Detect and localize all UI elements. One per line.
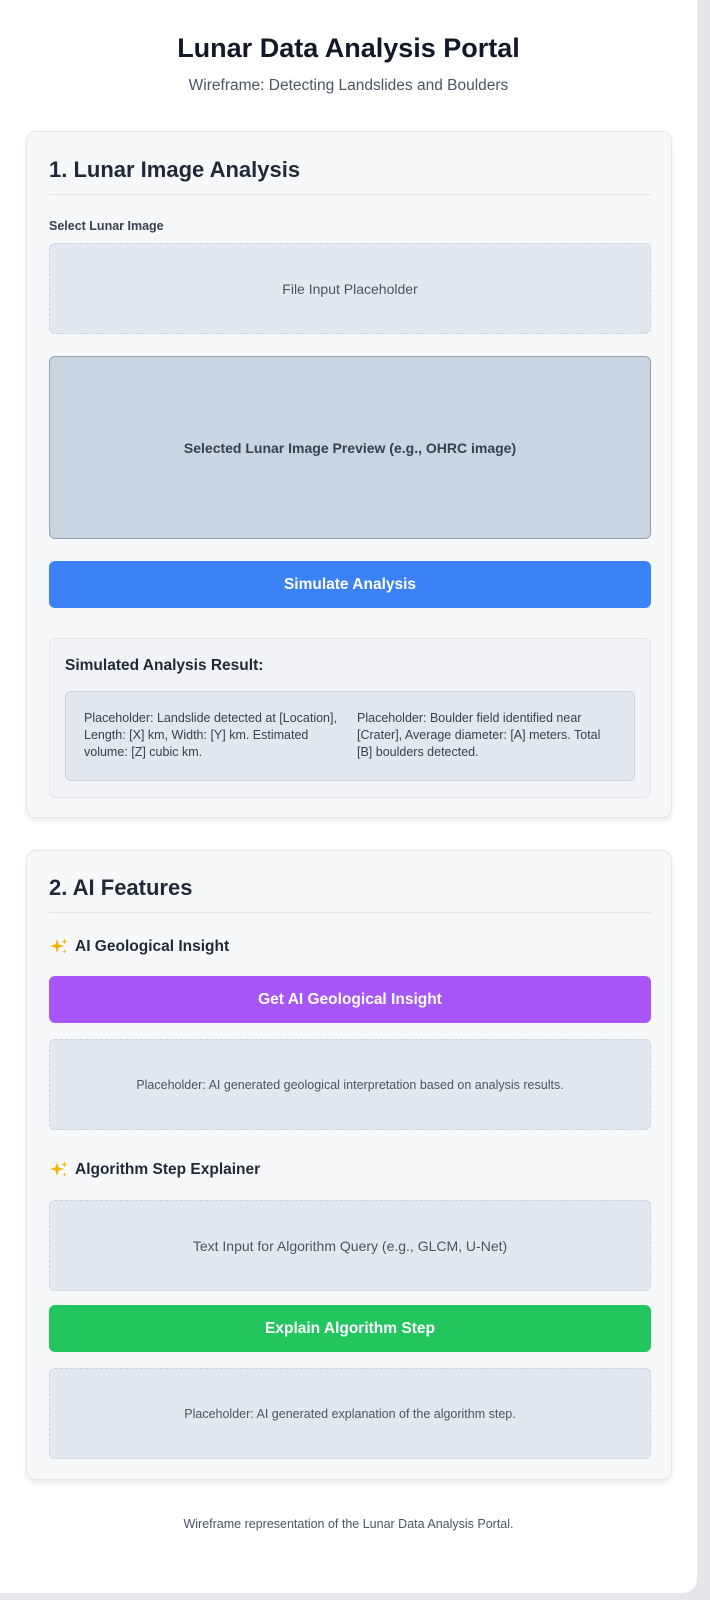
algorithm-explainer-heading: Algorithm Step Explainer [49,1160,260,1180]
ai-features-card: 2. AI Features AI Geological Insight Get… [26,850,672,1480]
get-ai-insight-button[interactable]: Get AI Geological Insight [49,976,651,1023]
algorithm-explainer-title: Algorithm Step Explainer [75,1161,261,1178]
page-subtitle: Wireframe: Detecting Landslides and Boul… [188,77,509,94]
section-divider [49,194,651,195]
image-analysis-heading: 1. Lunar Image Analysis [49,157,301,182]
ai-features-heading: 2. AI Features [49,875,193,900]
simulate-analysis-button[interactable]: Simulate Analysis [49,561,651,608]
ai-insight-heading: AI Geological Insight [49,937,229,957]
explain-algorithm-button[interactable]: Explain Algorithm Step [49,1305,651,1352]
select-image-label: Select Lunar Image [49,219,164,233]
image-preview: Selected Lunar Image Preview (e.g., OHRC… [49,356,651,539]
analysis-result-box: Placeholder: Landslide detected at [Loca… [65,691,635,781]
page-title: Lunar Data Analysis Portal [177,33,520,63]
sparkles-icon [50,938,68,954]
algorithm-explanation-output: Placeholder: AI generated explanation of… [49,1368,651,1459]
ai-insight-title: AI Geological Insight [75,938,230,955]
sparkles-icon [50,1161,68,1177]
image-analysis-card: 1. Lunar Image Analysis Select Lunar Ima… [26,131,672,818]
ai-insight-output: Placeholder: AI generated geological int… [49,1039,651,1130]
section-divider [49,912,651,913]
file-input[interactable]: File Input Placeholder [49,243,651,334]
algorithm-query-input[interactable]: Text Input for Algorithm Query (e.g., GL… [49,1200,651,1291]
landslide-result: Placeholder: Landslide detected at [Loca… [84,711,337,759]
page-header: Lunar Data Analysis Portal Wireframe: De… [0,30,697,96]
page-frame: Lunar Data Analysis Portal Wireframe: De… [0,0,697,1593]
analysis-result-panel: Simulated Analysis Result: Placeholder: … [49,638,651,798]
analysis-result-title: Simulated Analysis Result: [65,657,264,674]
page-footer: Wireframe representation of the Lunar Da… [183,1517,514,1531]
boulder-result: Placeholder: Boulder field identified ne… [357,711,601,759]
